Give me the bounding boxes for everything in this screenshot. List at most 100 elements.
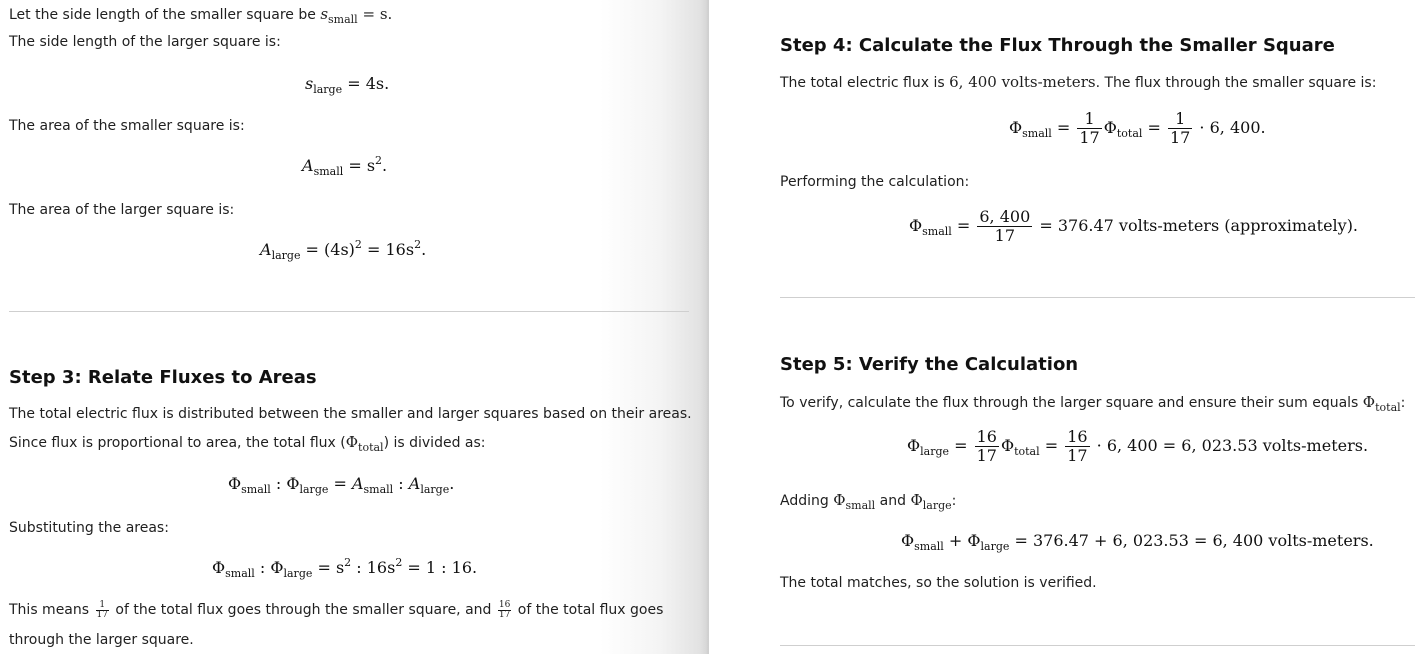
phi-symbol: Φ <box>286 474 300 493</box>
text: of the total flux goes through the small… <box>110 602 496 618</box>
phi-symbol: Φ <box>212 558 226 577</box>
math-var: A <box>351 474 364 493</box>
math-rhs: · 6, 400. <box>1194 118 1266 137</box>
text: . The flux through the smaller square is… <box>1095 75 1377 91</box>
text: Adding <box>780 493 834 509</box>
step-4-paragraph: The total electric flux is 6, 400 volts-… <box>780 72 1376 93</box>
phi-symbol: Φ <box>910 491 923 509</box>
math-subscript: small <box>241 483 271 496</box>
step-5-paragraph: To verify, calculate the flux through th… <box>780 392 1405 414</box>
math-var: A <box>408 474 421 493</box>
section-divider <box>780 645 1415 646</box>
intro-line-1-text: Let the side length of the smaller squar… <box>9 7 321 23</box>
math-subscript: large <box>420 483 450 496</box>
math-subscript: large <box>299 483 329 496</box>
math-subscript: small <box>225 567 255 580</box>
intro-line-2: The side length of the larger square is: <box>9 34 281 50</box>
phi-symbol: Φ <box>1000 436 1015 455</box>
math-op: : <box>270 474 287 493</box>
math-subscript: total <box>1014 445 1040 458</box>
fraction-denominator: 17 <box>976 446 997 465</box>
phi-large-inline: Φlarge <box>910 491 951 512</box>
math-end: . <box>449 474 455 493</box>
math-exponent: 2 <box>414 238 422 251</box>
math-subscript: small <box>1022 127 1052 140</box>
math-subscript: large <box>313 83 343 96</box>
fraction-denominator: 17 <box>498 609 511 620</box>
math-subscript: small <box>845 499 876 512</box>
fraction-denominator: 17 <box>1079 128 1100 147</box>
area-small-label: The area of the smaller square is: <box>9 118 245 134</box>
text: To verify, calculate the flux through th… <box>780 395 1363 411</box>
step-5-heading: Step 5: Verify the Calculation <box>780 354 1079 375</box>
math-exponent: 2 <box>375 154 383 167</box>
substituting-label: Substituting the areas: <box>9 520 169 536</box>
phi-total-inline: Φtotal <box>345 433 384 454</box>
math-var: A <box>260 240 272 259</box>
phi-symbol: Φ <box>967 531 981 550</box>
right-document-panel[interactable]: Step 4: Calculate the Flux Through the S… <box>708 0 1415 654</box>
fraction-denominator: 17 <box>994 226 1015 245</box>
step-3-paragraph-1: The total electric flux is distributed b… <box>9 406 692 422</box>
math-subscript: total <box>358 441 384 454</box>
math-rhs: = 1 : 16. <box>402 558 478 577</box>
adding-label: Adding Φsmall and Φlarge: <box>780 490 956 512</box>
math-rhs: = 16s <box>361 240 415 259</box>
fraction: 16 17 <box>1065 427 1090 465</box>
math-op: = <box>1051 118 1076 137</box>
section-divider <box>780 297 1415 298</box>
text: of the total flux goes <box>513 602 664 618</box>
fraction-denominator: 17 <box>1067 446 1088 465</box>
fraction-numerator: 16 <box>974 427 999 447</box>
fraction-1-17: 1 17 <box>95 600 109 620</box>
equation-flux-small-formula: Φsmall = 1 17 Φtotal = 1 17 · 6, 400. <box>1009 110 1266 147</box>
equation-flux-large: Φlarge = 16 17 Φtotal = 16 17 · 6, 400 = 6,… <box>907 428 1368 465</box>
text: Since flux is proportional to area, the … <box>9 435 346 451</box>
area-large-label: The area of the larger square is: <box>9 202 235 218</box>
text: The total electric flux is <box>780 75 950 91</box>
fraction: 6, 400 17 <box>977 208 1033 245</box>
math-rhs: = s <box>312 558 345 577</box>
math-rhs: = s. <box>362 5 393 23</box>
phi-symbol: Φ <box>1103 118 1117 137</box>
math-subscript: large <box>980 540 1010 553</box>
verification-conclusion: The total matches, so the solution is ve… <box>780 575 1097 591</box>
step-3-conclusion-line-1: This means 1 17 of the total flux goes th… <box>9 600 663 620</box>
phi-total-inline: Φtotal <box>1363 393 1401 414</box>
calculation-label: Performing the calculation: <box>780 174 970 190</box>
math-subscript: large <box>271 249 301 262</box>
math-rhs: : 16s <box>351 558 396 577</box>
math-exponent: 2 <box>395 556 403 569</box>
text: This means <box>9 602 94 618</box>
equation-side-large: slarge = 4s. <box>305 74 390 96</box>
intro-line-1: Let the side length of the smaller squar… <box>9 4 392 26</box>
math-op: + <box>943 531 968 550</box>
text: and <box>875 493 911 509</box>
equation-area-large: Alarge = (4s)2 = 16s2. <box>260 238 427 262</box>
fraction-16-17: 16 17 <box>497 600 512 620</box>
math-op: : <box>393 474 409 493</box>
left-document-panel[interactable]: Let the side length of the smaller squar… <box>0 0 708 654</box>
math-exponent: 2 <box>354 238 362 251</box>
phi-symbol: Φ <box>909 216 923 235</box>
step-3-heading: Step 3: Relate Fluxes to Areas <box>9 367 317 388</box>
math-op: = <box>1142 118 1166 137</box>
math-end: . <box>421 240 427 259</box>
math-subscript: small <box>363 483 394 496</box>
math-rhs: = 376.47 volts-meters (approximately). <box>1034 216 1359 235</box>
phi-symbol: Φ <box>833 491 846 509</box>
math-subscript: large <box>920 445 950 458</box>
math-rhs: = 4s. <box>347 74 390 93</box>
step-3-paragraph-2: Since flux is proportional to area, the … <box>9 432 486 454</box>
fraction-numerator: 16 <box>1065 427 1090 447</box>
phi-symbol: Φ <box>345 433 359 451</box>
equation-flux-ratio: Φsmall : Φlarge = Asmall : Alarge. <box>228 474 455 496</box>
math-end: . <box>382 156 388 175</box>
phi-symbol: Φ <box>907 436 921 455</box>
math-op: = <box>1039 436 1064 455</box>
math-mid: = (4s) <box>305 240 355 259</box>
math-subscript: total <box>1116 127 1143 140</box>
fraction-numerator: 1 <box>1077 110 1102 129</box>
math-subscript: large <box>283 567 313 580</box>
text: : <box>951 493 957 509</box>
